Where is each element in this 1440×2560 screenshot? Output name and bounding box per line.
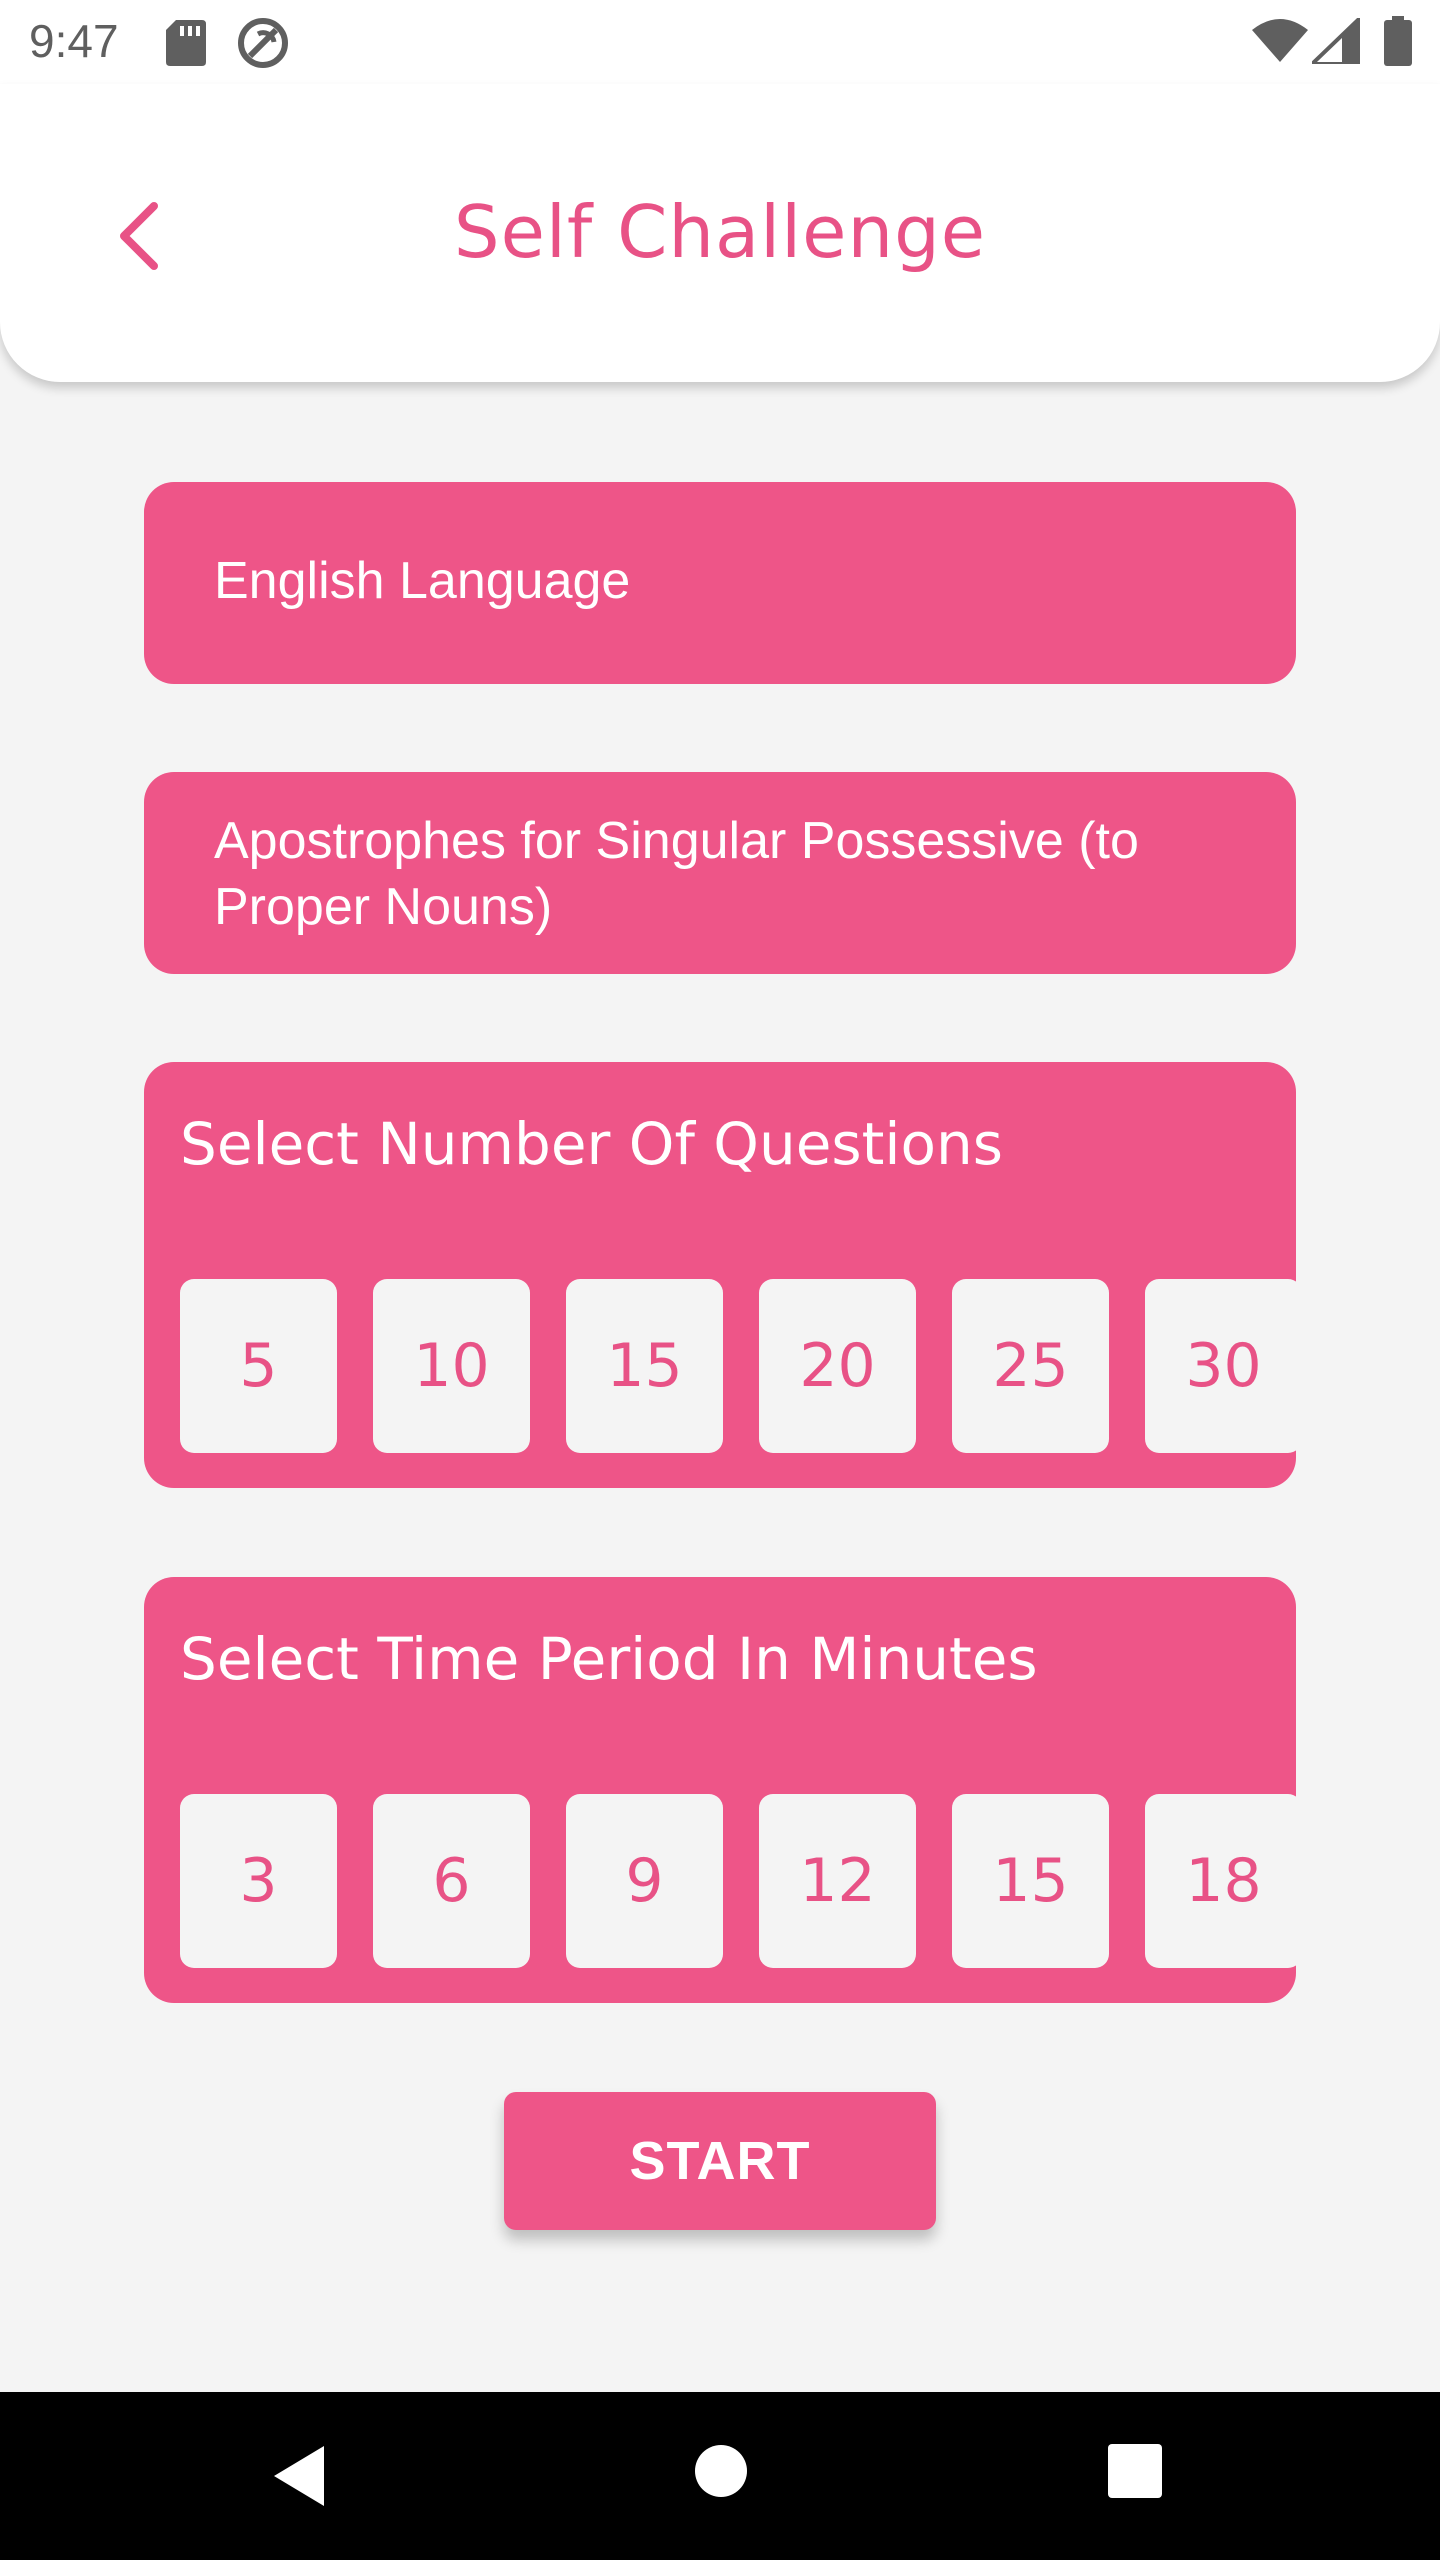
page-title: Self Challenge bbox=[453, 190, 987, 274]
question-option-15[interactable]: 15 bbox=[566, 1279, 723, 1453]
battery-icon bbox=[1384, 16, 1412, 66]
start-button[interactable]: START bbox=[504, 2092, 936, 2230]
time-option-18[interactable]: 18 bbox=[1145, 1794, 1302, 1968]
time-period-card: Select Time Period In Minutes 3 6 9 12 1… bbox=[144, 1577, 1302, 2003]
questions-card: Select Number Of Questions 5 10 15 20 25… bbox=[144, 1062, 1302, 1488]
navigation-bar bbox=[0, 2392, 1440, 2560]
sync-icon bbox=[238, 18, 288, 68]
question-option-30[interactable]: 30 bbox=[1145, 1279, 1302, 1453]
questions-heading: Select Number Of Questions bbox=[180, 1110, 1003, 1178]
question-option-20[interactable]: 20 bbox=[759, 1279, 916, 1453]
subject-label: English Language bbox=[214, 552, 631, 610]
time-option-12[interactable]: 12 bbox=[759, 1794, 916, 1968]
sd-card-icon bbox=[166, 20, 206, 66]
topic-label: Apostrophes for Singular Possessive (to … bbox=[214, 812, 1139, 936]
time-option-15[interactable]: 15 bbox=[952, 1794, 1109, 1968]
question-option-5[interactable]: 5 bbox=[180, 1279, 337, 1453]
recents-square-icon[interactable] bbox=[1108, 2444, 1162, 2498]
wifi-icon bbox=[1252, 19, 1308, 62]
signal-icon bbox=[1312, 18, 1360, 64]
time-option-9[interactable]: 9 bbox=[566, 1794, 723, 1968]
home-circle-icon[interactable] bbox=[694, 2444, 748, 2498]
questions-options[interactable]: 5 10 15 20 25 30 bbox=[180, 1279, 1404, 1453]
time-option-3[interactable]: 3 bbox=[180, 1794, 337, 1968]
back-triangle-icon[interactable] bbox=[270, 2444, 330, 2508]
time-period-options[interactable]: 3 6 9 12 15 18 bbox=[180, 1794, 1404, 1968]
subject-card[interactable]: English Language bbox=[144, 482, 1296, 684]
status-time: 9:47 bbox=[29, 15, 119, 67]
time-period-heading: Select Time Period In Minutes bbox=[180, 1625, 1038, 1693]
question-option-10[interactable]: 10 bbox=[373, 1279, 530, 1453]
question-option-25[interactable]: 25 bbox=[952, 1279, 1109, 1453]
topic-card[interactable]: Apostrophes for Singular Possessive (to … bbox=[144, 772, 1296, 974]
app-header: Self Challenge bbox=[0, 84, 1440, 382]
time-option-6[interactable]: 6 bbox=[373, 1794, 530, 1968]
status-bar: 9:47 bbox=[0, 0, 1440, 84]
